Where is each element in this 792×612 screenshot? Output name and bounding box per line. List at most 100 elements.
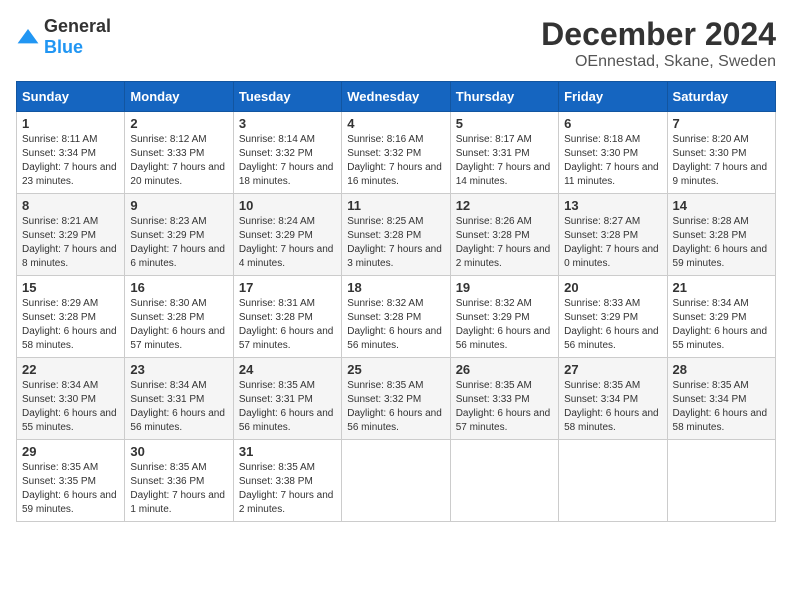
- day-number: 20: [564, 280, 661, 295]
- day-info: Sunrise: 8:35 AM Sunset: 3:34 PM Dayligh…: [673, 379, 770, 435]
- day-number: 17: [239, 280, 336, 295]
- day-info: Sunrise: 8:23 AM Sunset: 3:29 PM Dayligh…: [130, 215, 227, 271]
- title-block: December 2024 OEnnestad, Skane, Sweden: [541, 16, 776, 71]
- calendar-cell: 19 Sunrise: 8:32 AM Sunset: 3:29 PM Dayl…: [450, 276, 558, 358]
- day-number: 22: [22, 362, 119, 377]
- day-info: Sunrise: 8:35 AM Sunset: 3:31 PM Dayligh…: [239, 379, 336, 435]
- day-number: 8: [22, 198, 119, 213]
- calendar-cell: 24 Sunrise: 8:35 AM Sunset: 3:31 PM Dayl…: [233, 358, 341, 440]
- day-number: 21: [673, 280, 770, 295]
- day-number: 19: [456, 280, 553, 295]
- day-info: Sunrise: 8:34 AM Sunset: 3:31 PM Dayligh…: [130, 379, 227, 435]
- day-info: Sunrise: 8:35 AM Sunset: 3:36 PM Dayligh…: [130, 461, 227, 517]
- calendar-cell: 7 Sunrise: 8:20 AM Sunset: 3:30 PM Dayli…: [667, 112, 775, 194]
- day-info: Sunrise: 8:34 AM Sunset: 3:30 PM Dayligh…: [22, 379, 119, 435]
- day-number: 29: [22, 444, 119, 459]
- day-info: Sunrise: 8:25 AM Sunset: 3:28 PM Dayligh…: [347, 215, 444, 271]
- page-header: General Blue December 2024 OEnnestad, Sk…: [16, 16, 776, 71]
- day-info: Sunrise: 8:29 AM Sunset: 3:28 PM Dayligh…: [22, 297, 119, 353]
- calendar-cell: 23 Sunrise: 8:34 AM Sunset: 3:31 PM Dayl…: [125, 358, 233, 440]
- calendar-cell: 31 Sunrise: 8:35 AM Sunset: 3:38 PM Dayl…: [233, 440, 341, 522]
- calendar-cell: [559, 440, 667, 522]
- day-number: 14: [673, 198, 770, 213]
- month-title: December 2024: [541, 16, 776, 53]
- day-info: Sunrise: 8:20 AM Sunset: 3:30 PM Dayligh…: [673, 133, 770, 189]
- day-info: Sunrise: 8:12 AM Sunset: 3:33 PM Dayligh…: [130, 133, 227, 189]
- calendar-cell: 27 Sunrise: 8:35 AM Sunset: 3:34 PM Dayl…: [559, 358, 667, 440]
- day-number: 31: [239, 444, 336, 459]
- header-sunday: Sunday: [17, 82, 125, 112]
- logo-blue-text: Blue: [44, 37, 83, 57]
- calendar-cell: 25 Sunrise: 8:35 AM Sunset: 3:32 PM Dayl…: [342, 358, 450, 440]
- calendar-cell: 22 Sunrise: 8:34 AM Sunset: 3:30 PM Dayl…: [17, 358, 125, 440]
- day-number: 12: [456, 198, 553, 213]
- day-info: Sunrise: 8:32 AM Sunset: 3:29 PM Dayligh…: [456, 297, 553, 353]
- day-info: Sunrise: 8:14 AM Sunset: 3:32 PM Dayligh…: [239, 133, 336, 189]
- day-info: Sunrise: 8:35 AM Sunset: 3:38 PM Dayligh…: [239, 461, 336, 517]
- day-info: Sunrise: 8:28 AM Sunset: 3:28 PM Dayligh…: [673, 215, 770, 271]
- day-info: Sunrise: 8:35 AM Sunset: 3:33 PM Dayligh…: [456, 379, 553, 435]
- day-number: 9: [130, 198, 227, 213]
- calendar-cell: 10 Sunrise: 8:24 AM Sunset: 3:29 PM Dayl…: [233, 194, 341, 276]
- day-number: 25: [347, 362, 444, 377]
- day-info: Sunrise: 8:35 AM Sunset: 3:35 PM Dayligh…: [22, 461, 119, 517]
- day-number: 7: [673, 116, 770, 131]
- header-thursday: Thursday: [450, 82, 558, 112]
- header-tuesday: Tuesday: [233, 82, 341, 112]
- day-number: 18: [347, 280, 444, 295]
- day-number: 6: [564, 116, 661, 131]
- calendar-cell: 2 Sunrise: 8:12 AM Sunset: 3:33 PM Dayli…: [125, 112, 233, 194]
- day-number: 3: [239, 116, 336, 131]
- week-row-4: 22 Sunrise: 8:34 AM Sunset: 3:30 PM Dayl…: [17, 358, 776, 440]
- day-number: 2: [130, 116, 227, 131]
- day-number: 15: [22, 280, 119, 295]
- day-info: Sunrise: 8:18 AM Sunset: 3:30 PM Dayligh…: [564, 133, 661, 189]
- day-number: 26: [456, 362, 553, 377]
- calendar-cell: 17 Sunrise: 8:31 AM Sunset: 3:28 PM Dayl…: [233, 276, 341, 358]
- calendar-cell: 14 Sunrise: 8:28 AM Sunset: 3:28 PM Dayl…: [667, 194, 775, 276]
- calendar-cell: 30 Sunrise: 8:35 AM Sunset: 3:36 PM Dayl…: [125, 440, 233, 522]
- calendar-cell: 11 Sunrise: 8:25 AM Sunset: 3:28 PM Dayl…: [342, 194, 450, 276]
- logo-general-text: General: [44, 16, 111, 36]
- calendar-cell: 3 Sunrise: 8:14 AM Sunset: 3:32 PM Dayli…: [233, 112, 341, 194]
- header-saturday: Saturday: [667, 82, 775, 112]
- calendar-cell: 12 Sunrise: 8:26 AM Sunset: 3:28 PM Dayl…: [450, 194, 558, 276]
- logo: General Blue: [16, 16, 111, 58]
- calendar-cell: 18 Sunrise: 8:32 AM Sunset: 3:28 PM Dayl…: [342, 276, 450, 358]
- header-wednesday: Wednesday: [342, 82, 450, 112]
- day-info: Sunrise: 8:27 AM Sunset: 3:28 PM Dayligh…: [564, 215, 661, 271]
- day-info: Sunrise: 8:16 AM Sunset: 3:32 PM Dayligh…: [347, 133, 444, 189]
- calendar-cell: 4 Sunrise: 8:16 AM Sunset: 3:32 PM Dayli…: [342, 112, 450, 194]
- day-info: Sunrise: 8:21 AM Sunset: 3:29 PM Dayligh…: [22, 215, 119, 271]
- calendar-cell: 20 Sunrise: 8:33 AM Sunset: 3:29 PM Dayl…: [559, 276, 667, 358]
- calendar-cell: 5 Sunrise: 8:17 AM Sunset: 3:31 PM Dayli…: [450, 112, 558, 194]
- day-number: 27: [564, 362, 661, 377]
- calendar-cell: 9 Sunrise: 8:23 AM Sunset: 3:29 PM Dayli…: [125, 194, 233, 276]
- day-number: 13: [564, 198, 661, 213]
- day-info: Sunrise: 8:31 AM Sunset: 3:28 PM Dayligh…: [239, 297, 336, 353]
- day-number: 23: [130, 362, 227, 377]
- location-title: OEnnestad, Skane, Sweden: [541, 53, 776, 71]
- day-number: 30: [130, 444, 227, 459]
- calendar-header: SundayMondayTuesdayWednesdayThursdayFrid…: [17, 82, 776, 112]
- week-row-1: 1 Sunrise: 8:11 AM Sunset: 3:34 PM Dayli…: [17, 112, 776, 194]
- day-number: 28: [673, 362, 770, 377]
- day-info: Sunrise: 8:30 AM Sunset: 3:28 PM Dayligh…: [130, 297, 227, 353]
- day-number: 4: [347, 116, 444, 131]
- calendar-cell: 13 Sunrise: 8:27 AM Sunset: 3:28 PM Dayl…: [559, 194, 667, 276]
- day-number: 5: [456, 116, 553, 131]
- week-row-5: 29 Sunrise: 8:35 AM Sunset: 3:35 PM Dayl…: [17, 440, 776, 522]
- day-number: 16: [130, 280, 227, 295]
- day-info: Sunrise: 8:34 AM Sunset: 3:29 PM Dayligh…: [673, 297, 770, 353]
- calendar-cell: [667, 440, 775, 522]
- day-number: 1: [22, 116, 119, 131]
- calendar-cell: 6 Sunrise: 8:18 AM Sunset: 3:30 PM Dayli…: [559, 112, 667, 194]
- day-info: Sunrise: 8:32 AM Sunset: 3:28 PM Dayligh…: [347, 297, 444, 353]
- day-number: 24: [239, 362, 336, 377]
- day-info: Sunrise: 8:33 AM Sunset: 3:29 PM Dayligh…: [564, 297, 661, 353]
- calendar-cell: 8 Sunrise: 8:21 AM Sunset: 3:29 PM Dayli…: [17, 194, 125, 276]
- day-info: Sunrise: 8:26 AM Sunset: 3:28 PM Dayligh…: [456, 215, 553, 271]
- calendar-cell: 21 Sunrise: 8:34 AM Sunset: 3:29 PM Dayl…: [667, 276, 775, 358]
- day-number: 10: [239, 198, 336, 213]
- week-row-3: 15 Sunrise: 8:29 AM Sunset: 3:28 PM Dayl…: [17, 276, 776, 358]
